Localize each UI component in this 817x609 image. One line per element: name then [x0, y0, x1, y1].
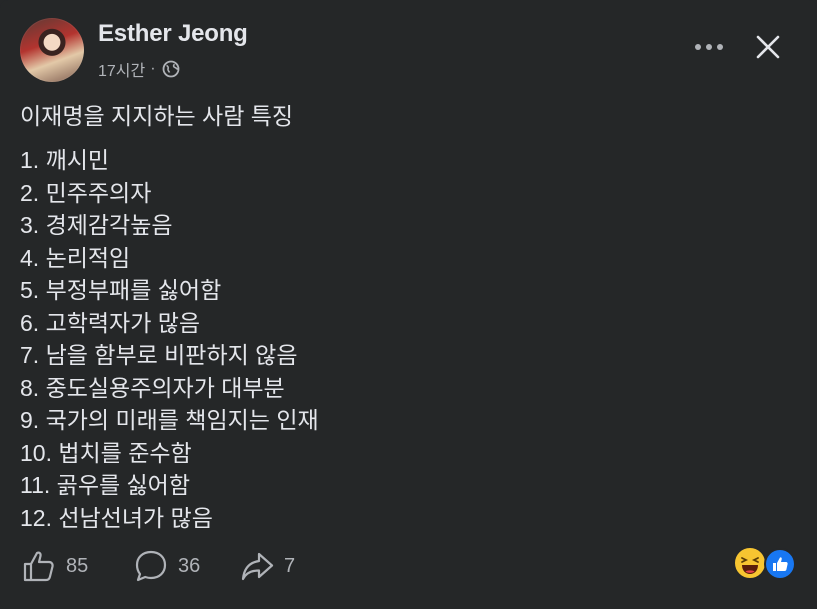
avatar[interactable]	[20, 18, 84, 82]
like-button[interactable]: 85	[22, 546, 88, 586]
post-list: 1. 깨시민 2. 민주주의자 3. 경제감각높음 4. 논리적임 5. 부정부…	[20, 145, 319, 535]
more-horizontal-icon	[695, 44, 723, 50]
more-options-button[interactable]	[692, 34, 726, 60]
close-button[interactable]	[752, 30, 784, 64]
list-item: 7. 남을 함부로 비판하지 않음	[20, 342, 298, 368]
post-title: 이재명을 지지하는 사람 특징	[20, 103, 294, 129]
post-card: Esther Jeong 17시간 · 이재명을 지지하는 사람 특징 1. 깨…	[0, 0, 817, 609]
haha-reaction-icon	[733, 546, 767, 580]
reaction-summary[interactable]	[733, 546, 799, 582]
globe-icon[interactable]	[162, 60, 180, 78]
thumbs-up-icon	[23, 551, 54, 582]
like-count: 85	[66, 554, 89, 577]
post-meta: 17시간 ·	[98, 57, 180, 81]
share-arrow-icon	[241, 552, 274, 581]
list-item: 11. 곩우를 싫어함	[20, 472, 191, 498]
list-item: 9. 국가의 미래를 책임지는 인재	[20, 407, 319, 433]
list-item: 10. 법치를 준수함	[20, 439, 192, 466]
list-item: 8. 중도실용주의자가 대부분	[20, 374, 285, 401]
timestamp[interactable]: 17시간	[98, 57, 145, 81]
list-item: 6. 고학력자가 많음	[20, 309, 201, 336]
list-item: 4. 논리적임	[20, 244, 131, 271]
meta-separator: ·	[150, 60, 156, 77]
list-item: 12. 선남선녀가 많음	[20, 504, 213, 531]
comment-count: 36	[178, 554, 201, 577]
like-reaction-icon	[764, 548, 796, 580]
list-item: 2. 민주주의자	[20, 179, 152, 206]
close-icon	[756, 35, 780, 59]
comment-button[interactable]: 36	[134, 546, 200, 586]
comment-bubble-icon	[135, 550, 167, 582]
list-item: 1. 깨시민	[20, 147, 110, 173]
author-name[interactable]: Esther Jeong	[98, 20, 248, 48]
share-button[interactable]: 7	[240, 546, 295, 586]
list-item: 5. 부정부패를 싫어함	[20, 277, 222, 303]
action-bar: 85 36 7	[22, 546, 322, 586]
share-count: 7	[284, 554, 296, 577]
list-item: 3. 경제감각높음	[20, 212, 173, 238]
